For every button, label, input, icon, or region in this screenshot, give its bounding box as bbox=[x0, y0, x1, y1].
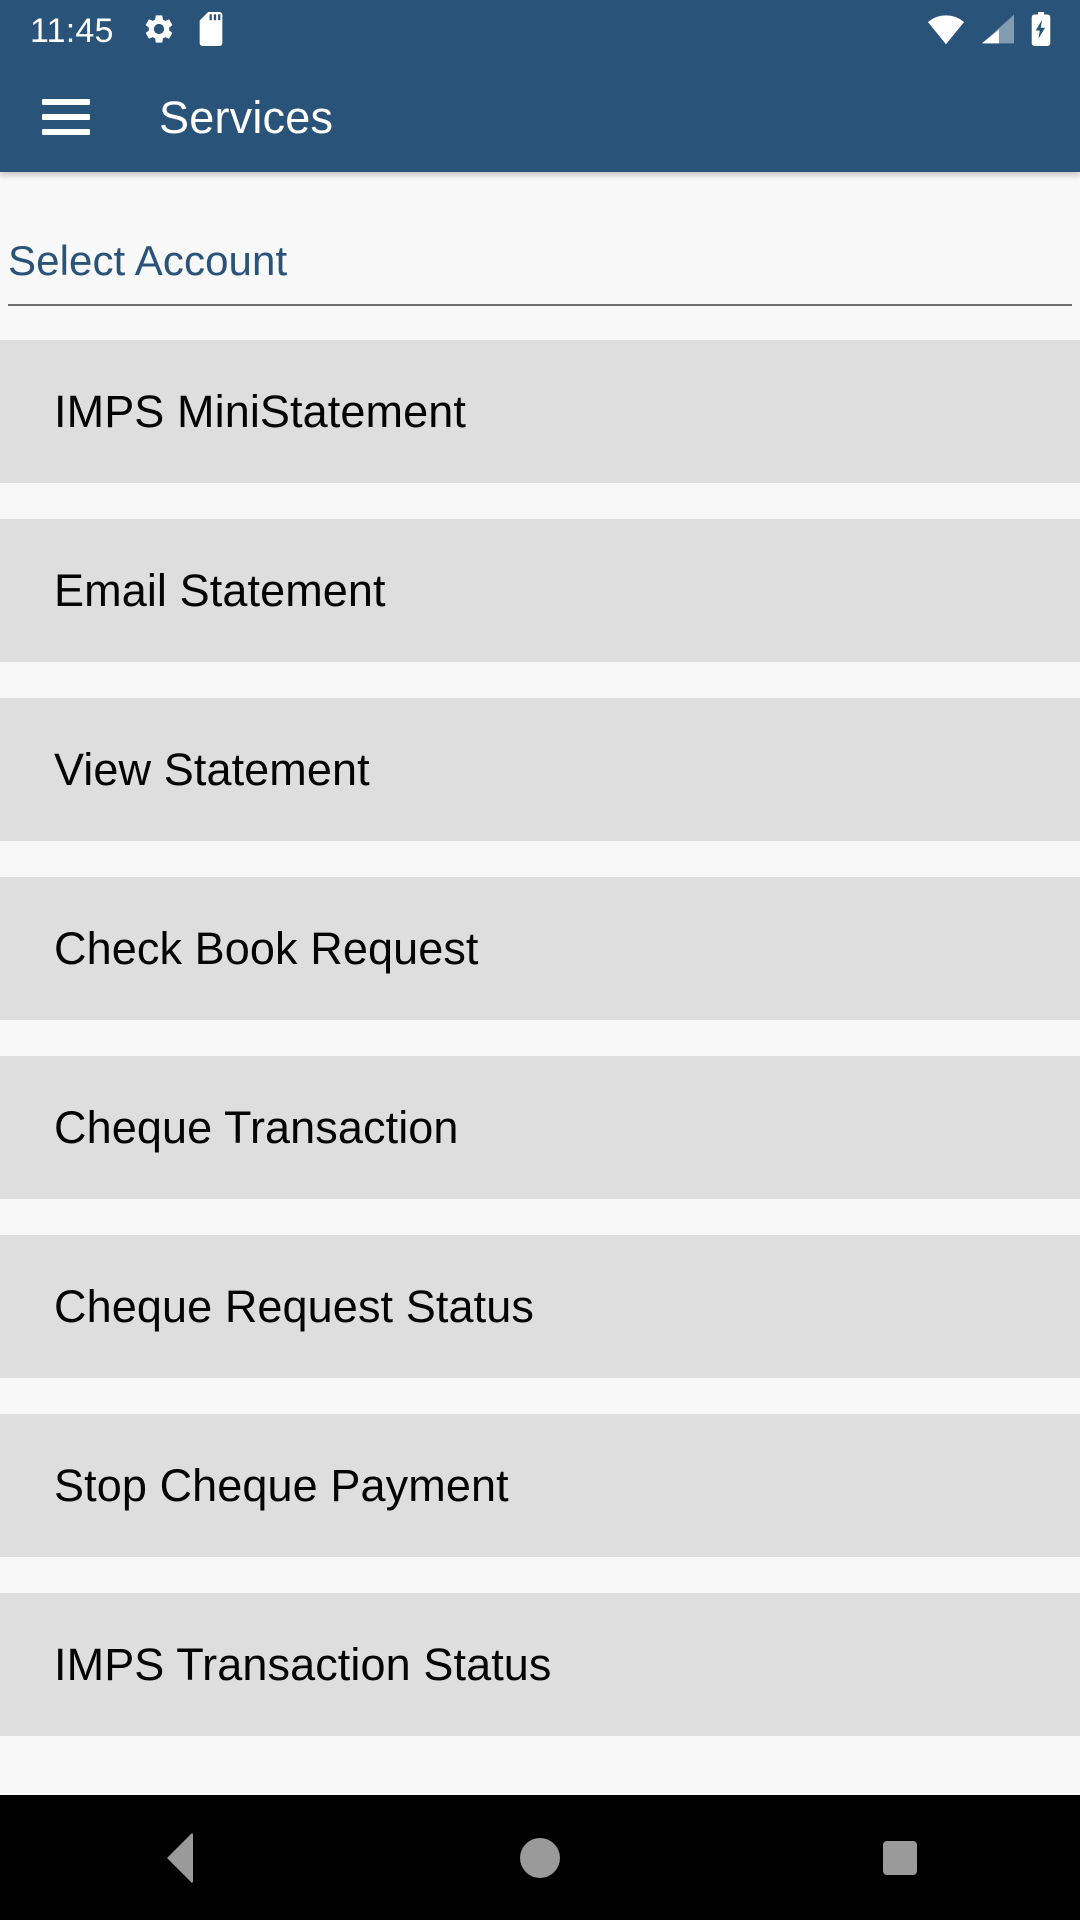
status-bar-clock: 11:45 bbox=[30, 12, 114, 50]
select-account-label: Select Account bbox=[8, 237, 288, 284]
home-button[interactable] bbox=[440, 1795, 640, 1920]
list-item-label: Check Book Request bbox=[54, 923, 479, 974]
gear-icon bbox=[142, 12, 176, 51]
list-item-label: IMPS Transaction Status bbox=[54, 1639, 552, 1690]
list-item[interactable]: IMPS Transaction Status bbox=[0, 1593, 1080, 1736]
page-title: Services bbox=[159, 91, 334, 143]
list-item-label: Cheque Request Status bbox=[54, 1281, 534, 1332]
triangle-left-icon bbox=[167, 1831, 193, 1884]
battery-charging-icon bbox=[1030, 11, 1052, 51]
select-account-field[interactable]: Select Account bbox=[8, 240, 1072, 306]
hamburger-bar bbox=[42, 129, 90, 135]
list-item-label: View Statement bbox=[54, 744, 370, 795]
circle-icon bbox=[520, 1837, 560, 1878]
list-item[interactable]: Cheque Transaction bbox=[0, 1056, 1080, 1199]
wifi-icon bbox=[926, 13, 966, 50]
app-bar: Services bbox=[0, 62, 1080, 172]
sd-card-icon bbox=[196, 11, 226, 51]
app-screen: 11:45 Services Select Account IMPS MiniS… bbox=[0, 0, 1080, 1920]
hamburger-bar bbox=[42, 99, 90, 105]
hamburger-bar bbox=[42, 114, 90, 120]
back-button[interactable] bbox=[80, 1795, 280, 1920]
list-item-label: IMPS MiniStatement bbox=[54, 386, 466, 437]
services-list: IMPS MiniStatement Email Statement View … bbox=[0, 340, 1080, 1772]
list-item[interactable]: Check Book Request bbox=[0, 877, 1080, 1020]
hamburger-menu-icon[interactable] bbox=[42, 99, 90, 135]
list-item[interactable]: Email Statement bbox=[0, 519, 1080, 662]
system-navigation-bar bbox=[0, 1795, 1080, 1920]
status-bar-left-icons bbox=[142, 11, 226, 51]
list-item-label: Stop Cheque Payment bbox=[54, 1460, 509, 1511]
select-account-underline bbox=[8, 304, 1072, 306]
list-item[interactable]: Stop Cheque Payment bbox=[0, 1414, 1080, 1557]
cellular-signal-icon bbox=[980, 13, 1016, 50]
list-item-label: Cheque Transaction bbox=[54, 1102, 459, 1153]
list-item-label: Email Statement bbox=[54, 565, 386, 616]
status-bar: 11:45 bbox=[0, 0, 1080, 62]
list-item[interactable]: IMPS MiniStatement bbox=[0, 340, 1080, 483]
status-bar-right-icons bbox=[926, 11, 1052, 51]
square-icon bbox=[883, 1840, 917, 1875]
list-item[interactable]: Cheque Request Status bbox=[0, 1235, 1080, 1378]
recents-button[interactable] bbox=[800, 1795, 1000, 1920]
content-area: Select Account IMPS MiniStatement Email … bbox=[0, 172, 1080, 1795]
list-item[interactable]: View Statement bbox=[0, 698, 1080, 841]
